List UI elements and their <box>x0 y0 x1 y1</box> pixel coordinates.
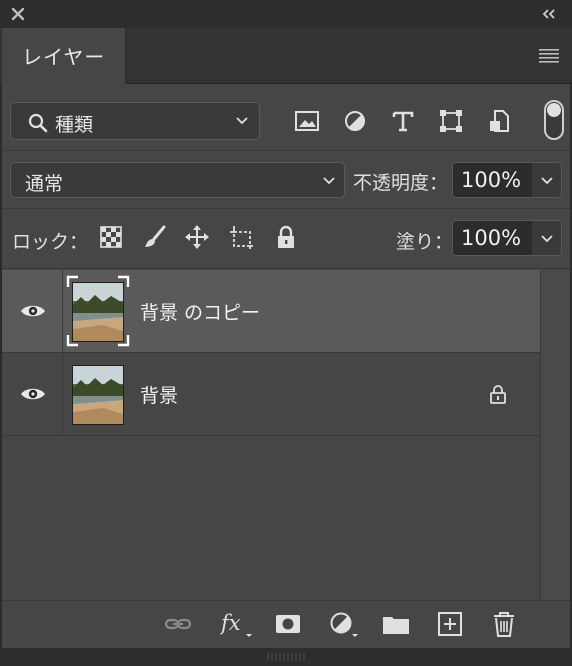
fx-icon[interactable]: fx <box>220 610 254 638</box>
lock-image-pixels-brush-icon[interactable] <box>142 224 168 250</box>
fill-label: 塗り： <box>396 231 454 253</box>
visibility-toggle[interactable] <box>2 353 63 436</box>
fill-dropdown-button[interactable] <box>532 220 562 256</box>
chevron-down-icon <box>236 117 248 125</box>
opacity-value: 100% <box>461 168 522 192</box>
opacity-label: 不透明度： <box>353 172 449 194</box>
layer-thumbnail <box>72 365 124 425</box>
image-filter-icon[interactable] <box>294 108 320 134</box>
svg-text:fx: fx <box>220 611 241 635</box>
search-icon <box>28 113 48 133</box>
filter-kind-label: 種類 <box>55 114 94 136</box>
panel-titlebar <box>0 0 572 28</box>
visibility-toggle[interactable] <box>2 270 63 353</box>
add-mask-icon[interactable] <box>274 610 302 638</box>
panel-tabbar: レイヤー <box>0 28 572 85</box>
chevron-down-icon <box>541 235 553 243</box>
layer-name: 背景 <box>140 385 179 407</box>
opacity-input[interactable]: 100% <box>452 162 534 198</box>
divider <box>2 268 570 269</box>
landscape-thumbnail-image <box>73 283 123 341</box>
lock-all-icon[interactable] <box>273 224 299 250</box>
smart-object-filter-icon[interactable] <box>486 108 512 134</box>
layer-row-background[interactable]: 背景 <box>2 353 540 436</box>
lock-transparent-pixels-icon[interactable] <box>98 224 124 250</box>
new-layer-icon[interactable] <box>436 610 464 638</box>
double-chevron-left-icon[interactable] <box>540 6 558 22</box>
close-icon[interactable] <box>10 6 26 22</box>
layer-row-background-copy[interactable]: 背景 のコピー <box>2 270 540 353</box>
chevron-down-icon <box>541 177 553 185</box>
blend-mode-label: 通常 <box>25 173 64 195</box>
opacity-dropdown-button[interactable] <box>532 162 562 198</box>
fill-input[interactable]: 100% <box>452 220 534 256</box>
eye-icon <box>21 305 45 317</box>
landscape-thumbnail-image <box>73 366 123 424</box>
layer-thumbnail <box>72 282 124 342</box>
adjustment-filter-icon[interactable] <box>342 108 368 134</box>
filter-kind-select[interactable]: 種類 <box>10 102 260 140</box>
eye-icon <box>21 388 45 400</box>
adjustment-layer-icon[interactable] <box>328 610 362 638</box>
lock-icon[interactable] <box>487 383 509 405</box>
resize-grip-icon <box>267 653 305 661</box>
shape-filter-icon[interactable] <box>438 108 464 134</box>
fill-value: 100% <box>461 226 522 250</box>
panel-menu-icon[interactable] <box>538 46 560 64</box>
folder-icon[interactable] <box>382 610 410 638</box>
chevron-down-icon <box>323 177 335 185</box>
lock-artboard-icon[interactable] <box>228 224 254 250</box>
scrollbar-track[interactable] <box>540 270 570 600</box>
blend-mode-select[interactable]: 通常 <box>10 162 345 198</box>
filter-toggle[interactable] <box>544 100 564 140</box>
tab-layers[interactable]: レイヤー <box>2 28 126 85</box>
type-filter-icon[interactable] <box>390 108 416 134</box>
trash-icon[interactable] <box>490 610 518 638</box>
layer-name: 背景 のコピー <box>140 302 261 324</box>
link-layers-icon[interactable] <box>164 610 192 638</box>
toggle-knob <box>547 103 561 117</box>
tab-layers-label: レイヤー <box>22 45 106 69</box>
lock-label: ロック： <box>12 231 89 253</box>
divider <box>2 208 570 209</box>
divider <box>2 150 570 151</box>
lock-position-move-icon[interactable] <box>184 224 210 250</box>
